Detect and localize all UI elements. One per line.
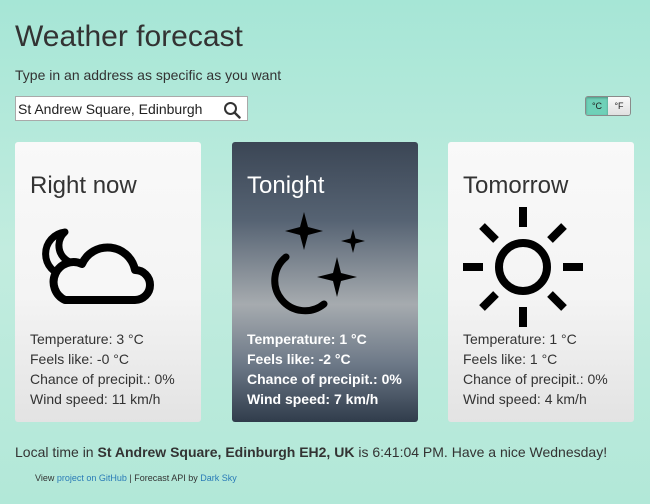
forecast-card-tonight: Tonight Temperature: 1 °C Feels like: -2…: [232, 142, 418, 422]
precipitation-text: Chance of precipit.: 0%: [247, 371, 402, 387]
precipitation-text: Chance of precipit.: 0%: [30, 371, 175, 387]
footer: View project on GitHub | Forecast API by…: [35, 473, 237, 483]
card-heading: Tomorrow: [463, 172, 569, 199]
address-search: [15, 96, 248, 121]
wind-speed-text: Wind speed: 11 km/h: [30, 391, 161, 407]
feels-like-text: Feels like: -2 °C: [247, 351, 351, 367]
card-heading: Right now: [30, 172, 137, 199]
fahrenheit-button[interactable]: °F: [608, 97, 630, 115]
page-title: Weather forecast: [15, 20, 243, 53]
wind-speed-text: Wind speed: 7 km/h: [247, 391, 379, 407]
temperature-text: Temperature: 1 °C: [463, 331, 577, 347]
feels-like-text: Feels like: 1 °C: [463, 351, 558, 367]
local-time-text: Local time in St Andrew Square, Edinburg…: [15, 444, 608, 460]
github-link[interactable]: project on GitHub: [57, 473, 127, 483]
wind-speed-text: Wind speed: 4 km/h: [463, 391, 587, 407]
card-stats: Temperature: 3 °C Feels like: -0 °C Chan…: [30, 329, 175, 409]
forecast-card-now: Right now Temperature: 3 °C Feels like: …: [15, 142, 201, 422]
night-partly-cloudy-icon: [42, 228, 154, 304]
page-subtitle: Type in an address as specific as you wa…: [15, 67, 282, 83]
unit-toggle: °C °F: [585, 96, 631, 116]
location-name: St Andrew Square, Edinburgh EH2, UK: [97, 444, 355, 460]
search-icon[interactable]: [223, 101, 241, 119]
precipitation-text: Chance of precipit.: 0%: [463, 371, 608, 387]
temperature-text: Temperature: 3 °C: [30, 331, 144, 347]
clear-night-icon: [271, 212, 365, 315]
forecast-card-tomorrow: Tomorrow Temperature: 1 °C Feels like: 1…: [448, 142, 634, 422]
dark-sky-link[interactable]: Dark Sky: [200, 473, 237, 483]
sun-icon: [463, 207, 583, 327]
address-input[interactable]: [18, 99, 218, 118]
card-stats: Temperature: 1 °C Feels like: 1 °C Chanc…: [463, 329, 608, 409]
card-heading: Tonight: [247, 172, 325, 199]
card-stats: Temperature: 1 °C Feels like: -2 °C Chan…: [247, 329, 402, 409]
feels-like-text: Feels like: -0 °C: [30, 351, 129, 367]
celsius-button[interactable]: °C: [586, 97, 608, 115]
temperature-text: Temperature: 1 °C: [247, 331, 367, 347]
